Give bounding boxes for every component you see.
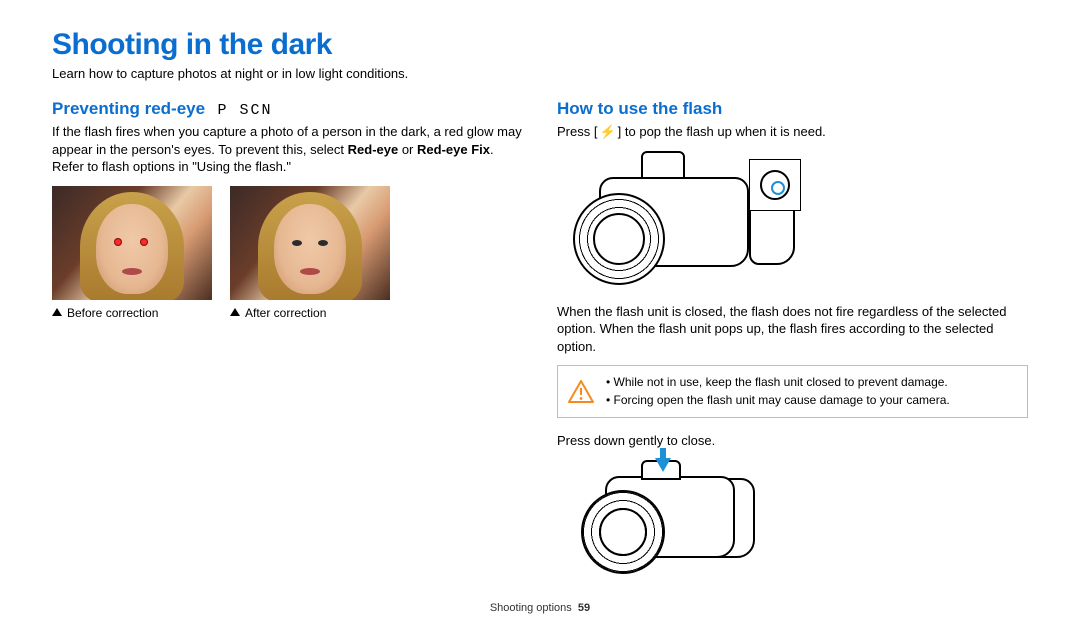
caption-before: Before correction bbox=[52, 306, 212, 320]
warning-icon bbox=[568, 380, 594, 404]
section-heading-red-eye: Preventing red-eye bbox=[52, 99, 205, 119]
triangle-icon bbox=[230, 308, 240, 316]
bold-red-eye: Red-eye bbox=[348, 142, 399, 157]
warning-item: While not in use, keep the flash unit cl… bbox=[606, 374, 1015, 391]
arrow-down-icon bbox=[655, 458, 671, 472]
flash-button-callout bbox=[749, 159, 801, 211]
page-title: Shooting in the dark bbox=[52, 28, 1028, 62]
caption-after-label: After correction bbox=[245, 306, 326, 320]
text-fragment: ] to pop the flash up when it is need. bbox=[618, 124, 826, 139]
flash-press-instruction: Press [⚡] to pop the flash up when it is… bbox=[557, 123, 1028, 141]
camera-illustration-open bbox=[569, 147, 799, 297]
shooting-modes-label: P SCN bbox=[218, 102, 273, 119]
sample-photo-after bbox=[230, 186, 390, 300]
triangle-icon bbox=[52, 308, 62, 316]
warning-box: While not in use, keep the flash unit cl… bbox=[557, 365, 1028, 418]
section-heading-flash: How to use the flash bbox=[557, 99, 722, 119]
flash-behavior-text: When the flash unit is closed, the flash… bbox=[557, 303, 1028, 356]
flash-release-button-icon bbox=[760, 170, 790, 200]
sample-photo-before bbox=[52, 186, 212, 300]
caption-before-label: Before correction bbox=[67, 306, 158, 320]
text-fragment: or bbox=[398, 142, 417, 157]
bold-red-eye-fix: Red-eye Fix bbox=[417, 142, 490, 157]
close-flash-instruction: Press down gently to close. bbox=[557, 432, 1028, 450]
camera-illustration-close bbox=[579, 450, 759, 590]
red-eye-description: If the flash fires when you capture a ph… bbox=[52, 123, 523, 176]
footer-section-name: Shooting options bbox=[490, 602, 572, 614]
right-column: How to use the flash Press [⚡] to pop th… bbox=[557, 99, 1028, 590]
warning-item: Forcing open the flash unit may cause da… bbox=[606, 392, 1015, 409]
text-fragment: Press [ bbox=[557, 124, 597, 139]
page-subtitle: Learn how to capture photos at night or … bbox=[52, 66, 1028, 81]
page-footer: Shooting options 59 bbox=[0, 602, 1080, 614]
caption-after: After correction bbox=[230, 306, 390, 320]
footer-page-number: 59 bbox=[578, 602, 590, 614]
left-column: Preventing red-eye P SCN If the flash fi… bbox=[52, 99, 523, 590]
flash-icon: ⚡ bbox=[597, 123, 617, 141]
